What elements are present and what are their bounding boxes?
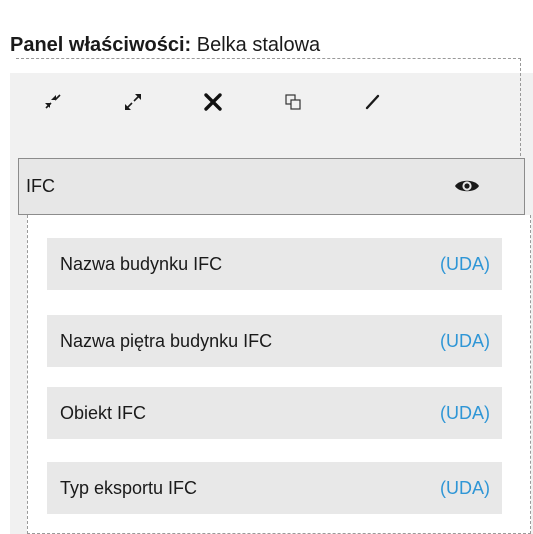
property-name: Nazwa budynku IFC bbox=[60, 254, 223, 274]
property-name: Typ eksportu IFC bbox=[60, 478, 198, 498]
property-row-building-name[interactable]: Nazwa budynku IFC (UDA) bbox=[47, 238, 502, 290]
group-header-ifc[interactable]: IFC bbox=[18, 158, 525, 215]
group-label: IFC bbox=[26, 176, 55, 196]
property-name: Obiekt IFC bbox=[60, 403, 147, 423]
property-tag: (UDA) bbox=[440, 331, 490, 351]
property-tag: (UDA) bbox=[440, 254, 490, 274]
panel-title-value: Belka stalowa bbox=[196, 34, 321, 56]
panel-title: Panel właściwości: Belka stalowa bbox=[10, 30, 320, 60]
properties-panel: Panel właściwości: Belka stalowa IFC Naz… bbox=[0, 0, 533, 534]
property-tag: (UDA) bbox=[440, 478, 490, 498]
property-row-ifc-entity[interactable]: Obiekt IFC (UDA) bbox=[47, 387, 502, 439]
eye-icon[interactable] bbox=[454, 176, 480, 196]
property-row-storey-name[interactable]: Nazwa piętra budynku IFC (UDA) bbox=[47, 315, 502, 367]
property-tag: (UDA) bbox=[440, 403, 490, 423]
property-row-export-type[interactable]: Typ eksportu IFC (UDA) bbox=[47, 462, 502, 514]
panel-title-label: Panel właściwości: bbox=[10, 34, 192, 56]
property-name: Nazwa piętra budynku IFC bbox=[60, 331, 273, 351]
